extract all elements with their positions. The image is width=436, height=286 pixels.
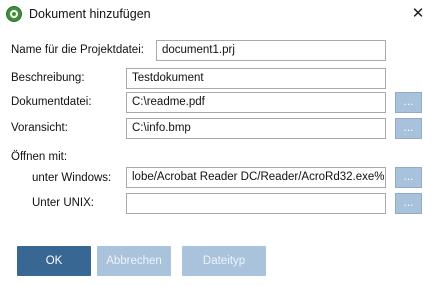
preview-label: Voransicht: bbox=[11, 122, 68, 134]
document-file-input[interactable]: C:\readme.pdf bbox=[126, 92, 386, 113]
close-icon[interactable]: ✕ bbox=[408, 4, 428, 24]
ok-button[interactable]: OK bbox=[17, 246, 91, 276]
window-title: Dokument hinzufügen bbox=[29, 7, 151, 21]
description-input[interactable]: Testdokument bbox=[126, 68, 386, 89]
unix-browse-button[interactable]: ... bbox=[395, 193, 422, 214]
document-file-label: Dokumentdatei: bbox=[11, 96, 92, 108]
cancel-button[interactable]: Abbrechen bbox=[97, 246, 171, 276]
unix-label: Unter UNIX: bbox=[32, 197, 94, 209]
add-document-dialog: Dokument hinzufügen ✕ Name für die Proje… bbox=[0, 0, 436, 286]
preview-browse-button[interactable]: ... bbox=[395, 118, 422, 139]
unix-command-input[interactable] bbox=[126, 193, 386, 214]
project-name-label: Name für die Projektdatei: bbox=[11, 44, 144, 56]
app-logo-icon bbox=[6, 6, 22, 22]
filetype-button[interactable]: Dateityp bbox=[182, 246, 266, 276]
windows-command-input[interactable]: lobe/Acrobat Reader DC/Reader/AcroRd32.e… bbox=[126, 167, 386, 188]
title-bar: Dokument hinzufügen ✕ bbox=[0, 0, 436, 28]
project-name-input[interactable]: document1.prj bbox=[156, 40, 386, 61]
windows-browse-button[interactable]: ... bbox=[395, 167, 422, 188]
document-file-browse-button[interactable]: ... bbox=[395, 92, 422, 113]
windows-label: unter Windows: bbox=[32, 172, 112, 184]
preview-input[interactable]: C:\info.bmp bbox=[126, 118, 386, 139]
description-label: Beschreibung: bbox=[11, 72, 85, 84]
open-with-label: Öffnen mit: bbox=[11, 151, 68, 163]
